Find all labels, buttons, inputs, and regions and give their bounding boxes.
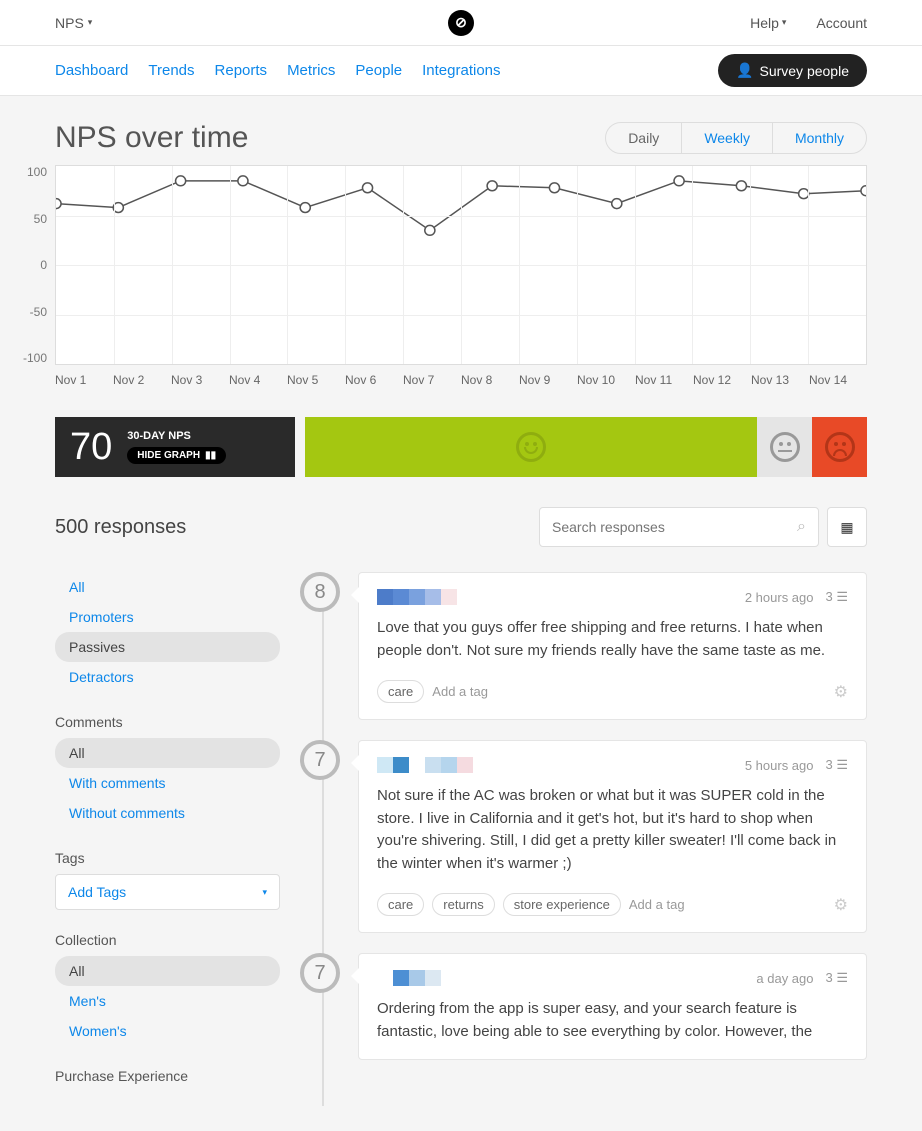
responses-count: 500 responses <box>55 516 186 539</box>
logo-icon: ⊘ <box>448 10 474 36</box>
nps-dropdown[interactable]: NPS▾ <box>55 15 92 31</box>
sad-face-icon <box>825 432 855 462</box>
response-item: 7 5 hours ago 3 ☰ Not sure if the AC was br… <box>300 740 867 933</box>
tag-chip[interactable]: store experience <box>503 893 621 916</box>
filter-collection-women-s[interactable]: Women's <box>55 1016 280 1046</box>
filter-title-comments: Comments <box>55 714 280 730</box>
happy-face-icon <box>516 432 546 462</box>
help-link[interactable]: Help ▾ <box>750 15 786 31</box>
gear-icon[interactable]: ⚙ <box>834 682 848 702</box>
topbar: NPS▾ ⊘ Help ▾ Account <box>0 0 922 46</box>
nav-tab-trends[interactable]: Trends <box>148 62 194 79</box>
filter-title-tags: Tags <box>55 850 280 866</box>
filter-collection-men-s[interactable]: Men's <box>55 986 280 1016</box>
period-monthly[interactable]: Monthly <box>772 123 866 153</box>
hide-graph-button[interactable]: HIDE GRAPH ▮▮ <box>127 447 226 464</box>
filter-type-detractors[interactable]: Detractors <box>55 662 280 692</box>
response-meta-count[interactable]: 3 ☰ <box>826 757 849 773</box>
search-input[interactable] <box>552 519 797 535</box>
filter-collection-all[interactable]: All <box>55 956 280 986</box>
response-item: 8 2 hours ago 3 ☰ Love that you guys offer … <box>300 572 867 720</box>
nps-score-value: 70 <box>70 426 112 469</box>
nav-tab-reports[interactable]: Reports <box>215 62 268 79</box>
response-score: 7 <box>300 953 340 993</box>
period-weekly[interactable]: Weekly <box>681 123 772 153</box>
page-title: NPS over time <box>55 121 248 155</box>
calendar-button[interactable]: ▦ <box>827 507 867 547</box>
tag-chip[interactable]: care <box>377 893 424 916</box>
person-icon: 👤 <box>736 62 753 79</box>
filter-type-passives[interactable]: Passives <box>55 632 280 662</box>
response-text: Not sure if the AC was broken or what bu… <box>377 785 848 875</box>
filter-type-all[interactable]: All <box>55 572 280 602</box>
response-time: a day ago <box>756 971 813 986</box>
nav-tab-dashboard[interactable]: Dashboard <box>55 62 128 79</box>
account-link[interactable]: Account <box>816 15 867 31</box>
respondent-name-obscured <box>377 970 441 986</box>
filter-comments-all[interactable]: All <box>55 738 280 768</box>
gear-icon[interactable]: ⚙ <box>834 895 848 915</box>
period-daily[interactable]: Daily <box>606 123 681 153</box>
add-tag-button[interactable]: Add a tag <box>432 684 488 699</box>
period-toggle: Daily Weekly Monthly <box>605 122 867 154</box>
detractors-segment[interactable] <box>812 417 867 477</box>
calendar-icon: ▦ <box>840 519 853 536</box>
response-card[interactable]: 2 hours ago 3 ☰ Love that you guys offer f… <box>358 572 867 720</box>
chevron-down-icon: ▾ <box>782 17 787 28</box>
responses-list: 8 2 hours ago 3 ☰ Love that you guys offer … <box>300 572 867 1106</box>
response-time: 5 hours ago <box>745 758 814 773</box>
filter-comments-with-comments[interactable]: With comments <box>55 768 280 798</box>
tag-chip[interactable]: returns <box>432 893 494 916</box>
promoters-segment[interactable] <box>305 417 757 477</box>
filter-type-promoters[interactable]: Promoters <box>55 602 280 632</box>
add-tags-select[interactable]: Add Tags▾ <box>55 874 280 910</box>
survey-people-button[interactable]: 👤Survey people <box>718 54 867 87</box>
navbar: Dashboard Trends Reports Metrics People Integ… <box>0 46 922 96</box>
filter-comments-without-comments[interactable]: Without comments <box>55 798 280 828</box>
filter-title-collection: Collection <box>55 932 280 948</box>
response-card[interactable]: 5 hours ago 3 ☰ Not sure if the AC was bro… <box>358 740 867 933</box>
nav-tab-integrations[interactable]: Integrations <box>422 62 500 79</box>
chevron-down-icon: ▾ <box>88 17 93 28</box>
response-text: Love that you guys offer free shipping a… <box>377 617 848 662</box>
meh-face-icon <box>770 432 800 462</box>
filter-title-purchase: Purchase Experience <box>55 1068 280 1084</box>
nav-tab-metrics[interactable]: Metrics <box>287 62 335 79</box>
nps-score-box: 70 30-DAY NPS HIDE GRAPH ▮▮ <box>55 417 295 477</box>
response-meta-count[interactable]: 3 ☰ <box>826 970 849 986</box>
nav-tab-people[interactable]: People <box>355 62 402 79</box>
nps-score-label: 30-DAY NPS <box>127 430 226 442</box>
nps-chart: 100500-50-100 Nov 1Nov 2Nov 3Nov 4Nov 5N… <box>35 165 867 387</box>
tag-chip[interactable]: care <box>377 680 424 703</box>
response-time: 2 hours ago <box>745 590 814 605</box>
response-item: 7 a day ago 3 ☰ Ordering from the app is su… <box>300 953 867 1060</box>
response-score: 8 <box>300 572 340 612</box>
bar-chart-icon: ▮▮ <box>205 450 216 461</box>
response-score: 7 <box>300 740 340 780</box>
response-card[interactable]: a day ago 3 ☰ Ordering from the app is sup… <box>358 953 867 1060</box>
response-text: Ordering from the app is super easy, and… <box>377 998 848 1043</box>
passives-segment[interactable] <box>757 417 812 477</box>
filters-sidebar: AllPromotersPassivesDetractors Comments … <box>55 572 280 1106</box>
response-meta-count[interactable]: 3 ☰ <box>826 589 849 605</box>
respondent-name-obscured <box>377 589 457 605</box>
chevron-down-icon: ▾ <box>262 887 267 898</box>
respondent-name-obscured <box>377 757 473 773</box>
add-tag-button[interactable]: Add a tag <box>629 897 685 912</box>
search-box: ⌕ <box>539 507 819 547</box>
search-icon[interactable]: ⌕ <box>797 518 806 536</box>
